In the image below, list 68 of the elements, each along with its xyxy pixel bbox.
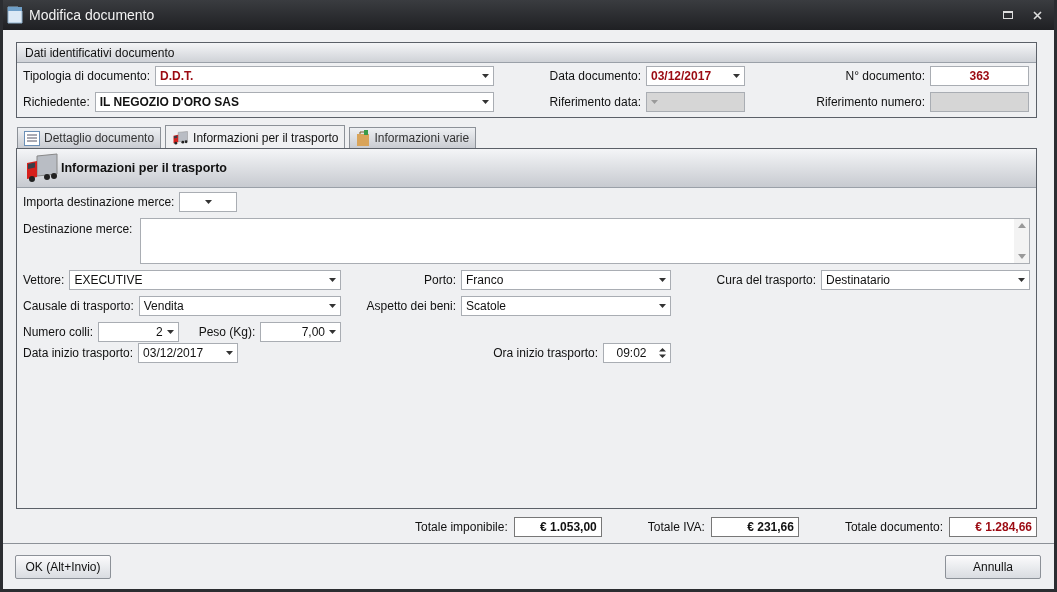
tab[interactable]: Informazioni per il trasporto <box>165 125 346 149</box>
field-label: Vettore: <box>23 273 65 287</box>
dropdown-caret-icon[interactable] <box>733 74 740 78</box>
field-label: Cura del trasporto: <box>716 273 816 287</box>
total-value: € 1.053,00 <box>513 517 602 537</box>
dropdown-field[interactable]: D.D.T. <box>154 66 494 86</box>
field-label: Ora inizio trasporto: <box>493 346 598 360</box>
dropdown-caret-icon[interactable] <box>329 304 336 308</box>
total-label: Totale imponibile: <box>415 520 508 534</box>
total-label: Totale documento: <box>844 520 943 534</box>
maximize-icon[interactable] <box>1003 11 1013 19</box>
dropdown-caret-icon[interactable] <box>659 304 666 308</box>
shopping-bag-icon <box>356 130 371 146</box>
field-label: Numero colli: <box>23 325 94 339</box>
list-document-icon <box>24 130 40 146</box>
date-picker-field[interactable]: 03/12/2017 <box>138 343 239 363</box>
field-label: Porto: <box>424 273 456 287</box>
dropdown-field[interactable]: 03/12/2017 <box>646 66 745 86</box>
dropdown-field[interactable]: Scatole <box>461 296 671 316</box>
dropdown-caret-icon[interactable] <box>482 74 489 78</box>
dropdown-field[interactable]: Franco <box>461 270 671 290</box>
panel-title: Informazioni per il trasporto <box>61 161 227 175</box>
field-label: N° documento: <box>845 69 925 83</box>
dropdown-caret-icon[interactable] <box>482 100 489 104</box>
close-icon[interactable] <box>1033 10 1042 20</box>
ok-button[interactable]: OK (Alt+Invio) <box>15 554 111 579</box>
dropdown-caret-icon[interactable] <box>226 351 234 355</box>
field-label: Data inizio trasporto: <box>23 346 134 360</box>
dropdown-field[interactable]: Destinatario <box>821 270 1030 290</box>
dropdown-caret-icon[interactable] <box>329 330 336 334</box>
tab[interactable]: Informazioni varie <box>349 127 477 148</box>
group-title: Dati identificativi documento <box>25 45 175 60</box>
spin-arrows-icon[interactable] <box>659 347 666 359</box>
dropdown-field[interactable]: IL NEGOZIO D'ORO SAS <box>94 92 494 112</box>
total-value: € 231,66 <box>710 517 799 537</box>
scroll-up-icon[interactable] <box>1017 223 1026 228</box>
total-label: Totale IVA: <box>647 520 705 534</box>
field-label: Peso (Kg): <box>198 325 256 339</box>
time-spin-field[interactable]: 09:02 <box>603 343 671 363</box>
dropdown-caret-icon[interactable] <box>166 330 174 334</box>
window-document-icon <box>7 6 23 24</box>
field-label: Data documento: <box>549 69 641 83</box>
field-label: Destinazione merce: <box>23 222 133 236</box>
truck-icon <box>25 153 59 183</box>
field-label: Aspetto dei beni: <box>366 299 456 313</box>
field-label: Riferimento numero: <box>816 95 925 109</box>
field-label: Richiedente: <box>23 95 90 109</box>
dropdown-field[interactable] <box>179 192 238 212</box>
field-label: Riferimento data: <box>549 95 641 109</box>
scroll-down-icon[interactable] <box>1017 254 1026 259</box>
field-label: Tipologia di documento: <box>23 69 150 83</box>
dropdown-field[interactable]: EXECUTIVE <box>69 270 341 290</box>
cancel-button[interactable]: Annulla <box>945 554 1041 579</box>
scrollbar[interactable] <box>1014 219 1029 263</box>
text-field[interactable]: 363 <box>930 66 1029 86</box>
dropdown-caret-icon[interactable] <box>204 200 212 204</box>
number-field[interactable]: 2 <box>98 322 179 342</box>
dropdown-caret-icon[interactable] <box>1018 278 1025 282</box>
field-label: Importa destinazione merce: <box>23 195 175 209</box>
dropdown-caret-icon[interactable] <box>659 278 666 282</box>
field-label: Causale di trasporto: <box>23 299 134 313</box>
tab[interactable]: Dettaglio documento <box>17 127 162 148</box>
truck-icon <box>172 130 190 145</box>
number-field[interactable]: 7,00 <box>260 322 341 342</box>
total-value: € 1.284,66 <box>949 517 1037 537</box>
window-title: Modifica documento <box>29 7 156 23</box>
dropdown-field[interactable]: Vendita <box>138 296 341 316</box>
dropdown-caret-icon[interactable] <box>329 278 336 282</box>
